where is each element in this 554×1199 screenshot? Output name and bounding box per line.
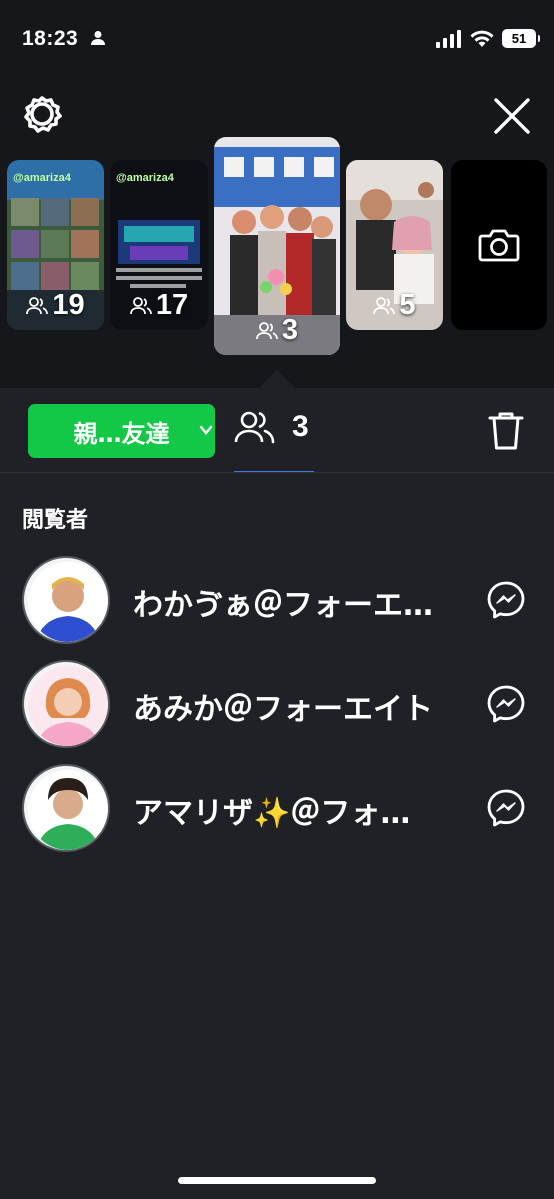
messenger-button[interactable] (486, 684, 526, 724)
viewer-row[interactable]: わかゔぁ＠フォーエ… (0, 556, 554, 646)
status-bar: 18:23 51 (0, 0, 554, 80)
viewer-count: 3 (292, 410, 309, 443)
avatar-image (28, 666, 108, 746)
avatar-image (28, 770, 108, 850)
viewer-row[interactable]: あみか＠フォーエイト (0, 660, 554, 750)
avatar[interactable] (22, 660, 110, 748)
story-viewer-count: 5 (346, 289, 443, 322)
viewer-name: わかゔぁ＠フォーエ… (133, 588, 433, 623)
person-icon (91, 31, 105, 45)
viewer-name: あみか＠フォーエイト (133, 692, 433, 727)
story-thumbnail-2[interactable]: @amariza4 17 (110, 160, 208, 330)
viewers-icon (26, 296, 49, 314)
story-thumbnail-4[interactable]: 5 (346, 160, 443, 330)
settings-button[interactable] (22, 94, 62, 134)
story-viewer-count: 19 (7, 289, 104, 322)
audience-dropdown[interactable]: 親…友達 (28, 404, 215, 458)
home-indicator[interactable] (178, 1177, 376, 1184)
audience-label: 親…友達 (73, 419, 170, 448)
avatar-image (28, 562, 108, 642)
avatar[interactable] (22, 556, 110, 644)
viewer-row[interactable]: アマリザ✨＠フォ… (0, 764, 554, 854)
camera-icon (478, 229, 520, 262)
new-story-camera-button[interactable] (451, 160, 547, 330)
selected-story-pointer (259, 370, 295, 388)
chevron-down-icon (199, 425, 213, 435)
battery-level: 51 (511, 31, 527, 46)
messenger-button[interactable] (486, 580, 526, 620)
status-time: 18:23 (22, 27, 79, 50)
messenger-icon (487, 685, 525, 723)
viewers-icon (373, 296, 396, 314)
viewers-icon (129, 296, 152, 314)
viewers-icon (256, 321, 278, 339)
viewers-section-title: 閲覧者 (22, 508, 89, 533)
divider (0, 472, 554, 473)
battery-icon: 51 (502, 29, 540, 48)
story-thumbnail-3-selected[interactable]: 3 (214, 137, 340, 355)
trash-icon (488, 412, 524, 450)
gear-icon (24, 96, 62, 133)
avatar[interactable] (22, 764, 110, 852)
story-handle: @amariza4 (116, 172, 174, 184)
viewers-icon (234, 411, 275, 444)
viewer-name: アマリザ✨＠フォ… (133, 796, 411, 831)
story-viewer-count: 3 (214, 314, 340, 347)
story-handle: @amariza4 (13, 172, 71, 184)
story-viewer-count: 17 (110, 289, 208, 322)
messenger-button[interactable] (486, 788, 526, 828)
signal-icon (436, 29, 461, 48)
close-icon (494, 98, 530, 134)
messenger-icon (487, 789, 525, 827)
close-button[interactable] (492, 96, 532, 136)
messenger-icon (487, 581, 525, 619)
story-thumbnail-1[interactable]: @amariza4 19 (7, 160, 104, 330)
wifi-icon (470, 30, 494, 47)
tab-viewers[interactable]: 3 (234, 410, 309, 444)
story-controls: 親…友達 3 (0, 388, 554, 473)
delete-story-button[interactable] (486, 410, 526, 452)
